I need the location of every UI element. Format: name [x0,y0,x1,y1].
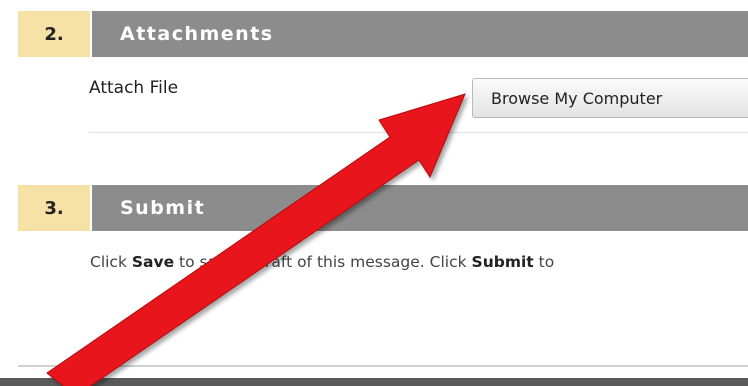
save-keyword: Save [131,253,175,271]
step-number: 3. [18,185,90,231]
section-submit-header: 3. Submit [18,185,748,231]
section-title: Submit [120,197,206,219]
step-number: 2. [18,11,90,57]
arrow-shape [46,93,466,386]
instruction-text: to [533,253,555,271]
submit-keyword: Submit [471,253,534,271]
section-title-bar: Submit [92,185,748,231]
instruction-text: Click [90,253,132,271]
instruction-text: to save a draft of this message. Click [174,253,472,271]
footer-bar [0,378,748,386]
section-title: Attachments [120,23,274,45]
browse-my-computer-button[interactable]: Browse My Computer [472,78,748,118]
divider [89,132,748,133]
section-title-bar: Attachments [92,11,748,57]
submit-instructions: Click Save to save a draft of this messa… [90,253,554,271]
divider [18,365,748,367]
attach-file-label: Attach File [89,78,179,98]
section-attachments-header: 2. Attachments [18,11,748,57]
